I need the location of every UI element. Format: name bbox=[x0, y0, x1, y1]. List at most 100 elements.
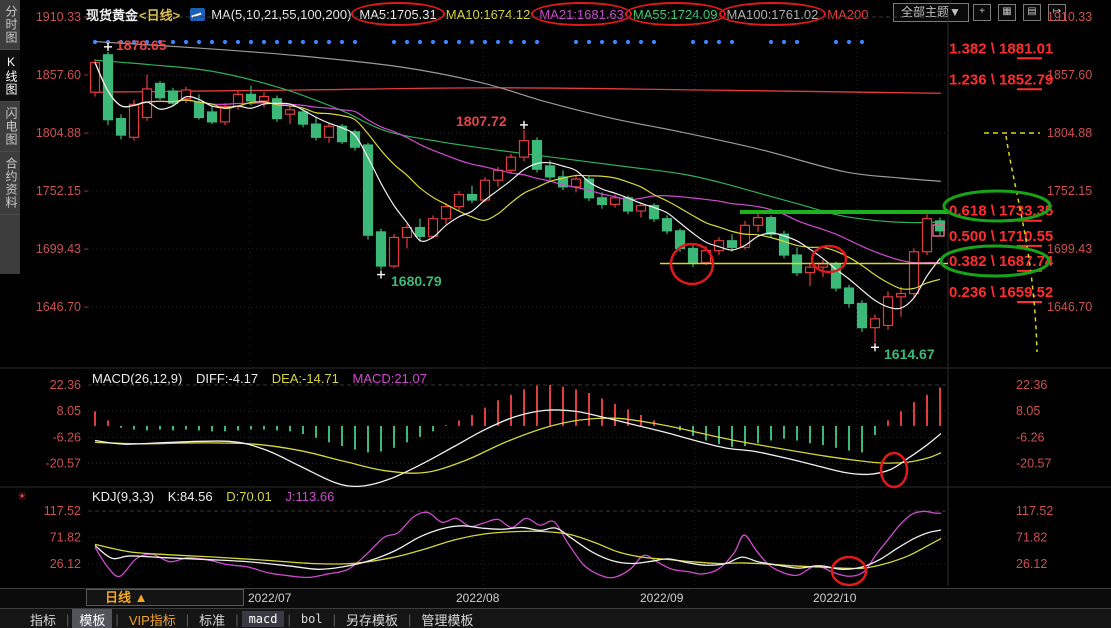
signal-dot bbox=[730, 40, 734, 44]
signal-dot bbox=[587, 40, 591, 44]
candle bbox=[910, 252, 919, 294]
macd-axis-label-right: 8.05 bbox=[1016, 404, 1040, 418]
candle bbox=[741, 225, 750, 247]
signal-dot bbox=[847, 40, 851, 44]
macd-dea-value: DEA:-14.71 bbox=[272, 371, 339, 386]
macd-axis-label-right: -20.57 bbox=[1016, 457, 1051, 471]
signal-dot bbox=[145, 40, 149, 44]
candle bbox=[585, 179, 594, 198]
candle bbox=[91, 62, 100, 92]
signal-dot bbox=[496, 40, 500, 44]
month-label: 2022/09 bbox=[640, 591, 683, 605]
candle bbox=[780, 234, 789, 255]
signal-dot bbox=[353, 40, 357, 44]
extreme-price-label: 1807.72 bbox=[456, 113, 507, 129]
chart-type-icon[interactable] bbox=[190, 8, 205, 21]
price-axis-label-left: 1857.60 bbox=[36, 68, 81, 82]
kdj-axis-label-right: 26.12 bbox=[1016, 557, 1047, 571]
toolbar-separator: | bbox=[408, 612, 411, 627]
fib-level-label: 1.382 \ 1881.01 bbox=[949, 40, 1053, 57]
time-axis-row: 日线 ▲ 2022/072022/082022/092022/10 bbox=[0, 588, 1111, 609]
signal-dot bbox=[223, 40, 227, 44]
candle bbox=[546, 166, 555, 177]
ma21-line bbox=[95, 62, 940, 262]
ma-legend-item: MA10:1674.12 bbox=[446, 7, 531, 22]
signal-dot bbox=[522, 40, 526, 44]
signal-dot bbox=[392, 40, 396, 44]
annotation-circle-green bbox=[941, 246, 1049, 276]
signal-dot bbox=[301, 40, 305, 44]
bottom-toolbar: 指标|模板|VIP指标|标准|macd|bol|另存模板|管理模板 bbox=[0, 608, 1111, 628]
candle bbox=[195, 102, 204, 117]
toolbar-item-6[interactable]: bol bbox=[294, 611, 330, 627]
sidebar-item-1[interactable]: 分时图 bbox=[0, 0, 20, 50]
price-axis-label-right: 1699.43 bbox=[1047, 242, 1092, 256]
candle bbox=[598, 198, 607, 205]
sidebar-item-3[interactable]: 闪电图 bbox=[0, 102, 20, 152]
signal-dot bbox=[470, 40, 474, 44]
macd-axis-label-left: -6.26 bbox=[53, 430, 82, 444]
candle bbox=[286, 110, 295, 114]
left-sidebar: 分时图K线图闪电图合约资料 bbox=[0, 0, 20, 274]
chart-canvas[interactable]: 1910.331910.331857.601857.601804.881804.… bbox=[0, 0, 1111, 628]
toolbar-item-5[interactable]: macd bbox=[242, 611, 285, 627]
toolbar-item-1[interactable]: 指标 bbox=[23, 609, 63, 628]
signal-dot bbox=[340, 40, 344, 44]
kdj-j-value: J:113.66 bbox=[285, 489, 334, 504]
extreme-price-label: 1680.79 bbox=[391, 273, 442, 289]
signal-dot bbox=[197, 40, 201, 44]
signal-dot bbox=[626, 40, 630, 44]
ma5-line bbox=[95, 62, 940, 308]
candle bbox=[130, 104, 139, 137]
signal-dot bbox=[249, 40, 253, 44]
toolbar-item-4[interactable]: 标准 bbox=[192, 609, 232, 628]
candle bbox=[247, 94, 256, 101]
pan-icon[interactable]: + bbox=[973, 4, 991, 21]
candle bbox=[117, 119, 126, 136]
price-axis-label-left: 1646.70 bbox=[36, 300, 81, 314]
kdj-d-value: D:70.01 bbox=[226, 489, 272, 504]
macd-hist-value: MACD:21.07 bbox=[353, 371, 427, 386]
candle bbox=[884, 297, 893, 326]
export-icon[interactable]: ↦ bbox=[1048, 4, 1066, 21]
fib-level-label: 0.500 \ 1710.55 bbox=[949, 228, 1053, 245]
price-axis-label-right: 1752.15 bbox=[1047, 184, 1092, 198]
grid-layout-icon[interactable]: ▦ bbox=[998, 4, 1016, 21]
signal-dot bbox=[210, 40, 214, 44]
candle bbox=[481, 180, 490, 200]
pane-layout-icon[interactable]: ▤ bbox=[1023, 4, 1041, 21]
fib-level-label: 0.618 \ 1733.35 bbox=[949, 203, 1053, 220]
candle bbox=[923, 219, 932, 252]
sidebar-item-2[interactable]: K线图 bbox=[0, 50, 20, 102]
toolbar-separator: | bbox=[333, 612, 336, 627]
indicator-sun-icon[interactable]: ☀ bbox=[17, 490, 27, 503]
macd-axis-label-right: -6.26 bbox=[1016, 430, 1045, 444]
candle bbox=[754, 218, 763, 226]
kdj-params-label: KDJ(9,3,3) bbox=[92, 489, 154, 504]
signal-dot bbox=[769, 40, 773, 44]
signal-dot bbox=[236, 40, 240, 44]
period-selector[interactable]: 日线 ▲ bbox=[86, 589, 244, 606]
candle bbox=[221, 106, 230, 121]
candle bbox=[624, 198, 633, 211]
toolbar-item-2[interactable]: 模板 bbox=[72, 609, 112, 628]
theme-dropdown-button[interactable]: 全部主题▼ bbox=[893, 3, 969, 22]
toolbar-separator: | bbox=[235, 612, 238, 627]
ma-legend-item: MA21:1681.63 bbox=[539, 7, 624, 22]
candle bbox=[468, 195, 477, 201]
signal-dot bbox=[314, 40, 318, 44]
symbol-title: 现货黄金 bbox=[86, 5, 138, 24]
signal-dot bbox=[483, 40, 487, 44]
price-axis-label-right: 1857.60 bbox=[1047, 68, 1092, 82]
chart-application-window: 分时图K线图闪电图合约资料 现货黄金<日线> MA(5,10,21,55,100… bbox=[0, 0, 1111, 628]
projection-curve bbox=[1006, 136, 1037, 352]
candle bbox=[208, 112, 217, 122]
toolbar-item-8[interactable]: 管理模板 bbox=[414, 609, 480, 628]
candle bbox=[936, 221, 945, 231]
annotation-circle-red bbox=[881, 453, 907, 487]
toolbar-item-3[interactable]: VIP指标 bbox=[122, 609, 183, 628]
sidebar-item-4[interactable]: 合约资料 bbox=[0, 152, 20, 215]
price-axis-label-right: 1804.88 bbox=[1047, 126, 1092, 140]
toolbar-item-7[interactable]: 另存模板 bbox=[339, 609, 405, 628]
signal-dot bbox=[860, 40, 864, 44]
